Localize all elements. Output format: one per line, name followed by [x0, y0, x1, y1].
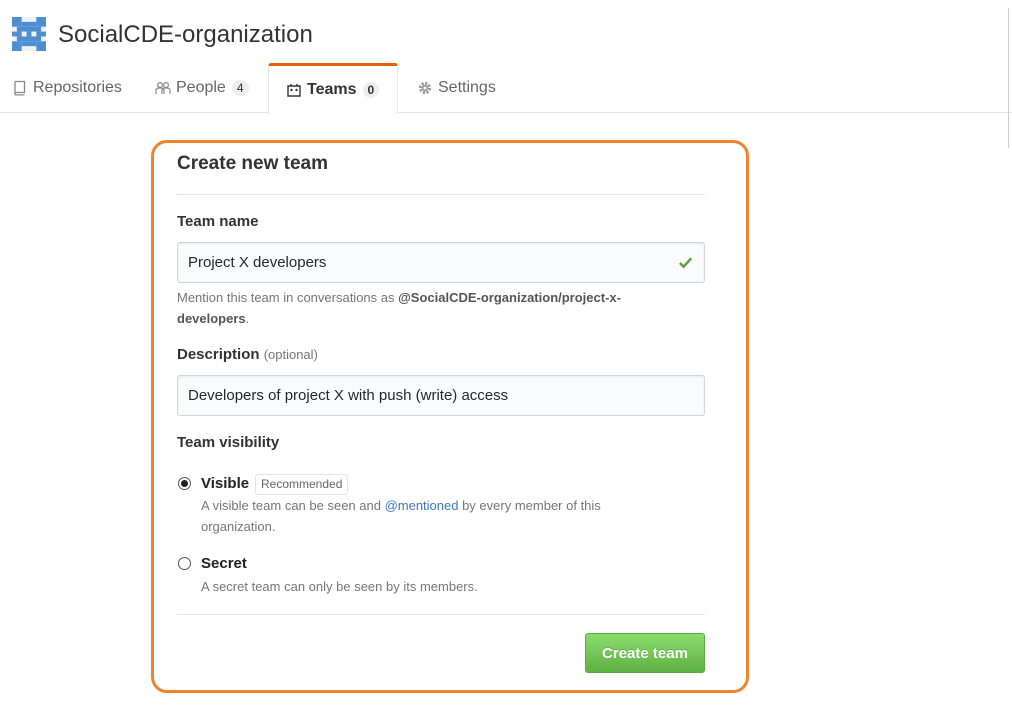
window-edge-divider — [1008, 8, 1010, 148]
team-name-label: Team name — [177, 213, 259, 230]
gear-icon — [418, 81, 432, 95]
secret-option-description: A secret team can only be seen by its me… — [201, 579, 478, 594]
visible-radio[interactable] — [178, 477, 191, 490]
repo-icon — [14, 80, 26, 96]
tab-people-label: People — [176, 79, 226, 96]
optional-hint: (optional) — [263, 347, 318, 362]
secret-option-label[interactable]: Secret — [201, 555, 247, 572]
teams-count-badge: 0 — [362, 81, 380, 98]
team-name-input[interactable] — [177, 242, 705, 283]
form-title: Create new team — [177, 153, 329, 174]
visible-option-label[interactable]: Visible — [201, 475, 249, 492]
tab-repositories[interactable]: Repositories — [2, 63, 132, 113]
description-label-text: Description — [177, 346, 260, 363]
tab-teams[interactable]: Teams 0 — [268, 63, 398, 114]
visible-option-description: A visible team can be seen and @mentione… — [201, 495, 661, 537]
title-divider — [177, 194, 705, 195]
tab-people[interactable]: People 4 — [145, 63, 259, 113]
org-name[interactable]: SocialCDE-organization — [58, 19, 313, 51]
people-icon — [155, 81, 171, 94]
mention-note: Mention this team in conversations as @S… — [177, 287, 677, 329]
teams-icon — [287, 83, 301, 97]
tab-repositories-label: Repositories — [33, 79, 122, 96]
tab-settings-label: Settings — [438, 79, 496, 96]
people-count-badge: 4 — [231, 80, 249, 96]
mention-note-suffix: . — [245, 311, 250, 326]
create-team-button[interactable]: Create team — [585, 633, 705, 673]
tab-settings[interactable]: Settings — [407, 63, 506, 113]
recommended-badge: Recommended — [255, 474, 349, 495]
description-label: Description (optional) — [177, 346, 318, 363]
secret-radio[interactable] — [178, 557, 191, 570]
form-footer-divider — [177, 614, 705, 615]
org-avatar-icon[interactable] — [12, 17, 46, 51]
mentioned-link[interactable]: @mentioned — [385, 498, 459, 513]
mention-note-prefix: Mention this team in conversations as — [177, 290, 399, 305]
check-icon — [679, 257, 693, 269]
org-header: SocialCDE-organization Repositories Peop… — [0, 0, 1012, 114]
visible-desc-before: A visible team can be seen and — [201, 498, 385, 513]
tab-teams-label: Teams — [307, 80, 357, 98]
description-input[interactable] — [177, 375, 705, 416]
team-visibility-label: Team visibility — [177, 434, 280, 451]
